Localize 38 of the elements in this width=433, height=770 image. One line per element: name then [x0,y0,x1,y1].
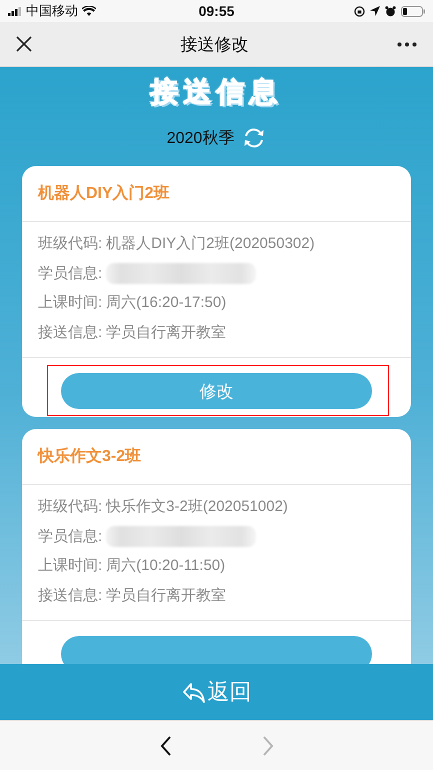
field-label: 学员信息: [38,526,102,546]
season-label: 2020秋季 [166,128,234,148]
alarm-icon [385,6,396,16]
rotation-lock-icon [354,6,365,16]
field-label: 上课时间: [38,293,102,312]
field-label: 接送信息: [38,322,102,342]
clock-time: 09:55 [198,3,234,19]
class-name: 快乐作文3-2班 [38,446,142,467]
field-value: 快乐作文3-2班(202051002) [106,497,288,516]
field-label: 班级代码: [38,234,102,254]
field-value: 学员自行离开教室 [106,586,226,605]
field-value: 机器人DIY入门2班(202050302) [106,234,315,254]
back-button[interactable] [160,736,172,756]
field-label: 上课时间: [38,556,102,576]
page-title: 接送修改 [180,34,250,56]
section-heading: 接送信息 [150,75,282,109]
field-value: 周六(10:20-11:50) [106,556,226,576]
location-arrow-icon [370,6,380,16]
close-button[interactable] [16,36,32,52]
more-button[interactable] [397,42,417,46]
refresh-icon[interactable] [242,127,266,149]
wifi-icon [82,6,96,16]
field-value: 学员自行离开教室 [106,322,226,342]
carrier-name: 中国移动 [26,2,78,20]
return-button[interactable]: 返回 [182,677,252,707]
back-icon [160,736,172,756]
field-label: 接送信息: [38,586,102,605]
signal-icon [8,6,22,16]
field-label: 学员信息: [38,264,102,283]
forward-icon [262,736,274,756]
field-label: 班级代码: [38,497,102,516]
edit-button[interactable]: 修改 [61,373,372,409]
reply-arrow-icon [182,680,206,704]
more-icon [397,42,417,46]
class-name: 机器人DIY入门2班 [38,183,170,204]
close-icon [16,36,32,52]
field-value: 周六(16:20-17:50) [106,293,226,312]
battery-icon [401,6,425,16]
